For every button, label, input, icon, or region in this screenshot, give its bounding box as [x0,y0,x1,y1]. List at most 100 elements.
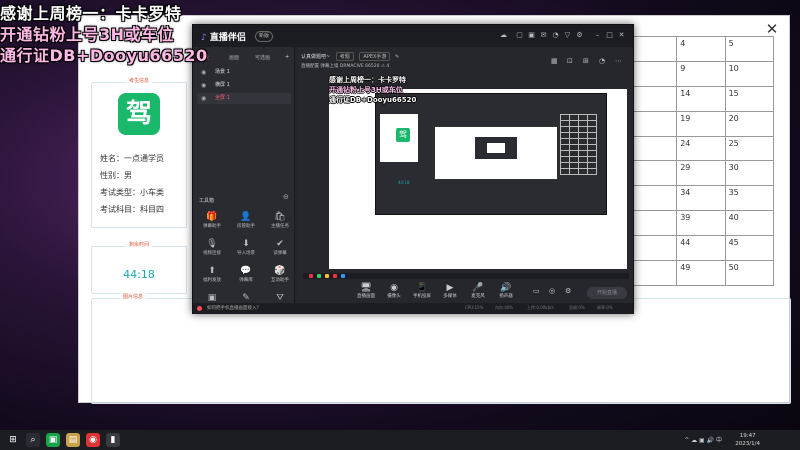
nested-profile: 驾 44:18 [380,114,418,185]
control-phone-button[interactable]: 📱 手机投屏 [411,283,433,299]
config-toolbar[interactable]: 直播配置 弹幕上墙 DRMACIVE 66520 ⚠ 4 [301,63,389,69]
grid-cell: 49 [676,260,726,286]
grid-cell [627,110,678,137]
screen-icon: 🖥 [360,283,372,293]
speaker-icon: 🔊 [500,283,512,293]
red-icon[interactable] [333,274,337,278]
eye-icon[interactable]: ◉ [201,93,206,104]
main-area: 认真做题吧~ 考题 APEX手游 ✎ 直播配置 弹幕上墙 DRMACIVE 66… [297,47,633,303]
lock-icon[interactable]: ⊡ [567,57,573,65]
app-icon-red[interactable]: ◉ [86,433,100,447]
tool-mic-button[interactable]: 🎙 视频连接 [197,238,227,262]
tool-gift-button[interactable]: 🎁 弹幕助手 [197,211,227,235]
tool-label: 读弹幕 [273,251,287,256]
stat-memory: 内存:40% [495,305,514,310]
grid-cell [627,260,678,286]
answer-grid: 4 5 9 10 14 15 19 20 24 25 29 30 34 35 39 40 44 45 49 50 [627,36,775,286]
layers-icon[interactable]: ⊞ [583,57,589,65]
grid-cell: 50 [724,260,775,286]
grid-cell: 5 [724,36,775,62]
stat-dropped: 丢帧:0% [569,305,585,310]
yellow-icon[interactable] [325,274,329,278]
record-icon[interactable]: ▭ [533,287,540,295]
eye-icon[interactable]: ◉ [201,67,206,78]
app-icon-green[interactable]: ▣ [46,433,60,447]
grid-cell: 14 [676,85,726,112]
student-gender: 性别：男 [100,171,132,180]
red-icon[interactable] [309,274,313,278]
scene-pill-exam[interactable]: 考题 [335,52,354,61]
blue-icon[interactable] [341,274,345,278]
eye-icon[interactable]: ◉ [201,80,206,91]
green-icon[interactable] [317,274,321,278]
stat-upload: 上传:0.00kb/s [527,305,554,310]
grid-row: 34 35 [627,185,775,212]
tool-user-button[interactable]: 👤 房管助手 [231,211,261,235]
windows-start-icon[interactable]: ⊞ [6,433,20,447]
scene-item[interactable]: ◉ 场景 1 [197,67,291,78]
grid-icon[interactable]: ▦ [551,57,558,65]
control-speaker-button[interactable]: 🔊 扬声器 [495,283,517,299]
collapse-icon[interactable]: ⊖ [283,193,289,201]
control-camera-button[interactable]: ◉ 摄像头 [383,283,405,299]
share-icon[interactable]: ⋯ [615,57,622,65]
tool-label: 主播任务 [271,224,289,229]
tool-check-button[interactable]: ✔ 读弹幕 [265,238,295,262]
inbox-icon[interactable]: ▢ [515,31,524,40]
scene-title: 认真做题吧~ [301,54,331,60]
grid-cell [627,60,678,87]
app-icon-yellow[interactable]: ▤ [66,433,80,447]
cloud-icon[interactable]: ☁ [499,31,508,40]
add-scene-icon[interactable]: + [285,54,289,60]
close-icon[interactable]: ✕ [617,31,626,40]
scene-label: 全屏 1 [215,95,230,101]
tool-message-button[interactable]: 💬 弹幕库 [231,265,261,289]
tab-canvas[interactable]: 画面 [229,54,239,61]
grid-cell [627,235,678,262]
grid-row: 29 30 [627,160,775,187]
tool-bag-button[interactable]: 🛍 主播任务 [265,211,295,235]
control-microphone-button[interactable]: 🎤 麦克风 [467,283,489,299]
system-tray[interactable]: ^ ☁ ▣ 🔊 中 [684,435,722,444]
grid-cell: 25 [724,135,775,162]
driving-school-logo: 驾 [118,93,160,135]
live-preview[interactable]: 驾 44:18 感谢上周榜一：卡卡罗特 开通钻粉上号3H或车位 通行证DB+Do… [329,76,627,269]
eye-icon[interactable]: ◎ [549,287,555,295]
grid-cell [627,185,678,212]
control-label: 多媒体 [443,294,457,299]
control-play-button[interactable]: ▶ 多媒体 [439,283,461,299]
tool-dice-button[interactable]: 🎲 互动助手 [265,265,295,289]
bell-icon[interactable]: ◔ [551,31,560,40]
settings-icon[interactable]: ⚙ [565,287,571,295]
grid-row: 9 10 [627,60,775,87]
edit-icon[interactable]: ✎ [395,54,399,60]
clock[interactable]: 19:47 2023/1/4 [735,432,760,448]
bell-icon[interactable]: ◔ [599,57,605,65]
minimize-icon[interactable]: – [593,31,602,40]
scene-item[interactable]: ◉ 横屏 1 [197,80,291,91]
grid-row: 44 45 [627,235,775,262]
maximize-icon[interactable]: □ [605,31,614,40]
tool-upload-button[interactable]: ⬆ 福利发放 [197,265,227,289]
control-label: 麦克风 [471,294,485,299]
scene-item-selected[interactable]: ◉ 全屏 1 [197,93,291,104]
grid-row: 19 20 [627,110,775,137]
mail-icon[interactable]: ✉ [539,31,548,40]
mini-grid-cell [569,168,579,175]
taskbar: ⊞ ⌕ ▣ ▤ ◉ ▮ ^ ☁ ▣ 🔊 中 19:47 2023/1/4 [0,430,800,450]
tool-download-button[interactable]: ⬇ 导入场景 [231,238,261,262]
shirt-icon[interactable]: ▽ [563,31,572,40]
start-live-button[interactable]: 开始直播 [587,287,627,299]
search-icon[interactable]: ⌕ [26,433,40,447]
stat-cpu: CPU:15% [465,305,484,310]
play-icon: ▶ [446,283,454,293]
app-icon-dark[interactable]: ▮ [106,433,120,447]
tab-optional[interactable]: 可选画 [255,54,270,61]
help-link[interactable]: 如何把手机直播画面接入？ [207,305,261,311]
gift-icon[interactable]: ▣ [527,31,536,40]
control-screen-button[interactable]: 🖥 直播画面 [355,283,377,299]
settings-icon[interactable]: ⚙ [575,31,584,40]
download-icon: ⬇ [242,239,250,249]
scene-pill-apex[interactable]: APEX手游 [359,52,391,61]
nested-app-preview: 驾 44:18 [375,93,607,215]
